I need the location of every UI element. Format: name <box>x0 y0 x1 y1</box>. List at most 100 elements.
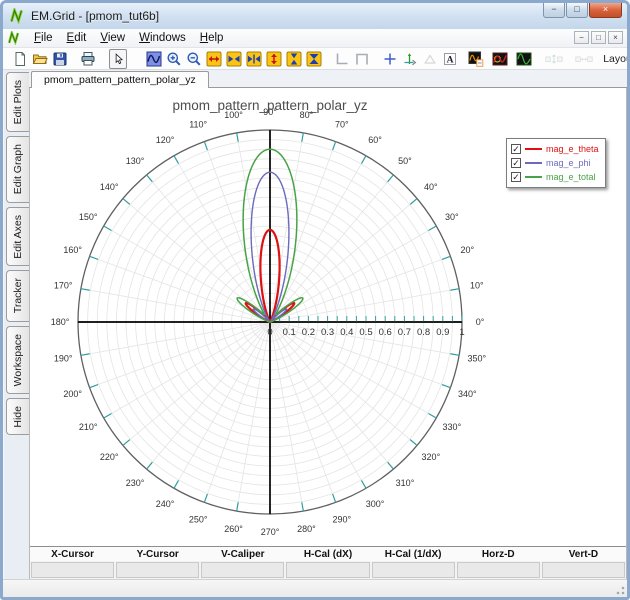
cursor-table-header: V-Caliper <box>200 549 285 560</box>
mdi-restore-button[interactable]: □ <box>591 31 606 44</box>
plot-tab[interactable]: pmom_pattern_pattern_polar_yz <box>31 71 209 88</box>
main-area: Edit Plots Edit Graph Edit Axes Tracker Work… <box>3 70 627 579</box>
sidebar-tab-edit-plots[interactable]: Edit Plots <box>6 72 29 132</box>
menu-file[interactable]: File <box>27 31 60 45</box>
legend-checkbox-mag_e_total[interactable]: ✓ <box>511 172 521 182</box>
cursor-table-cell <box>116 562 199 578</box>
compress-vertical-button[interactable] <box>285 50 303 68</box>
menu-view[interactable]: View <box>93 31 132 45</box>
angle-tick <box>388 175 394 182</box>
angle-label: 340° <box>458 389 477 399</box>
angle-tick <box>362 156 367 164</box>
angle-label: 170° <box>54 281 73 291</box>
menu-windows[interactable]: Windows <box>132 31 193 45</box>
menu-help[interactable]: Help <box>193 31 231 45</box>
zoom-in-button[interactable] <box>165 50 183 68</box>
angle-label: 150° <box>79 212 98 222</box>
mdi-minimize-button[interactable]: − <box>574 31 589 44</box>
tab-bar: pmom_pattern_pattern_polar_yz <box>29 70 627 88</box>
legend-line-sample <box>525 162 542 164</box>
legend-checkbox-mag_e_phi[interactable]: ✓ <box>511 158 521 168</box>
legend-label: mag_e_theta <box>546 144 599 154</box>
sidebar-tab-hide[interactable]: Hide <box>6 398 29 436</box>
sidebar-tab-workspace[interactable]: Workspace <box>6 326 29 394</box>
angle-tick <box>174 156 179 164</box>
minimize-button[interactable]: − <box>543 3 565 18</box>
maximize-button[interactable]: □ <box>566 3 588 18</box>
sidebar-tab-edit-axes[interactable]: Edit Axes <box>6 207 29 267</box>
vertical-spacing-button[interactable] <box>545 50 563 68</box>
angle-label: 140° <box>100 182 119 192</box>
zoom-in-icon <box>166 51 182 67</box>
cursor-readout-table: X-CursorY-CursorV-CaliperH-Cal (dX)H-Cal… <box>30 546 626 579</box>
angle-tick <box>204 142 207 150</box>
angle-label: 280° <box>297 524 316 534</box>
cursor-table-cell <box>542 562 625 578</box>
sidebar-tab-label: Edit Graph <box>12 137 24 201</box>
angle-label: 230° <box>126 478 145 488</box>
mdi-close-button[interactable]: × <box>608 31 623 44</box>
box-axes-button[interactable] <box>353 50 371 68</box>
mdi-document-icon <box>7 31 21 45</box>
edit-trace-button[interactable] <box>467 50 485 68</box>
zoom-out-button[interactable] <box>185 50 203 68</box>
angle-label: 60° <box>368 135 382 145</box>
close-button[interactable]: × <box>589 3 622 18</box>
cursor-table-header: Vert-D <box>541 549 626 560</box>
angle-label: 260° <box>224 524 243 534</box>
arrow-h-expand-icon <box>206 51 222 67</box>
pointer-tool-button[interactable] <box>109 49 127 69</box>
angle-tick <box>450 289 459 291</box>
cursor-table-header: Y-Cursor <box>115 549 200 560</box>
center-horizontal-button[interactable] <box>245 50 263 68</box>
corner-icon <box>334 51 350 67</box>
angle-tick <box>123 440 130 446</box>
legend: ✓mag_e_theta✓mag_e_phi✓mag_e_total <box>506 138 606 188</box>
expand-vertical-button[interactable] <box>265 50 283 68</box>
expand-horizontal-button[interactable] <box>205 50 223 68</box>
cursor-table-cell <box>457 562 540 578</box>
legend-label: mag_e_total <box>546 172 596 182</box>
angle-tick <box>388 462 394 469</box>
angle-label: 250° <box>189 514 208 524</box>
angle-tick <box>442 256 450 259</box>
window-title: EM.Grid - [pmom_tut6b] <box>31 9 159 23</box>
text-annotation-button[interactable]: A <box>441 50 459 68</box>
angle-tick <box>362 480 367 488</box>
crosshair-button[interactable] <box>381 50 399 68</box>
legend-checkbox-mag_e_theta[interactable]: ✓ <box>511 144 521 154</box>
save-file-button[interactable] <box>51 50 69 68</box>
window-controls: −□× <box>542 3 622 18</box>
axes-cursor-button[interactable] <box>401 50 419 68</box>
angle-label: 160° <box>63 245 82 255</box>
angle-tick <box>81 354 90 356</box>
menu-edit[interactable]: Edit <box>60 31 94 45</box>
resize-grip[interactable] <box>613 583 626 596</box>
new-document-button[interactable] <box>11 50 29 68</box>
radial-label: 0.2 <box>302 327 315 338</box>
replot-icon <box>146 51 162 67</box>
arrow-v-expand-icon <box>266 51 282 67</box>
trace-style-green-button[interactable] <box>515 50 533 68</box>
corner-axes-button[interactable] <box>333 50 351 68</box>
center-vertical-button[interactable] <box>305 50 323 68</box>
sidebar-tab-tracker[interactable]: Tracker <box>6 270 29 321</box>
radial-label: 1 <box>459 327 464 338</box>
titlebar[interactable]: EM.Grid - [pmom_tut6b] −□× <box>3 3 627 29</box>
cursor-table-cell <box>31 562 114 578</box>
radial-label: 0.1 <box>283 327 296 338</box>
print-button[interactable] <box>79 50 97 68</box>
layout-button[interactable]: Layou <box>607 50 625 68</box>
open-file-button[interactable] <box>31 50 49 68</box>
horizontal-spacing-button[interactable] <box>575 50 593 68</box>
new-icon <box>12 51 28 67</box>
replot-button[interactable] <box>145 50 163 68</box>
angle-label: 290° <box>333 514 352 524</box>
compress-horizontal-button[interactable] <box>225 50 243 68</box>
trace-style-red-button[interactable] <box>491 50 509 68</box>
angle-label: 50° <box>398 156 412 166</box>
triangle-icon <box>422 51 438 67</box>
app-window: EM.Grid - [pmom_tut6b] −□× FileEditViewW… <box>0 0 630 600</box>
slope-marker-button[interactable] <box>421 50 439 68</box>
sidebar-tab-edit-graph[interactable]: Edit Graph <box>6 136 29 202</box>
